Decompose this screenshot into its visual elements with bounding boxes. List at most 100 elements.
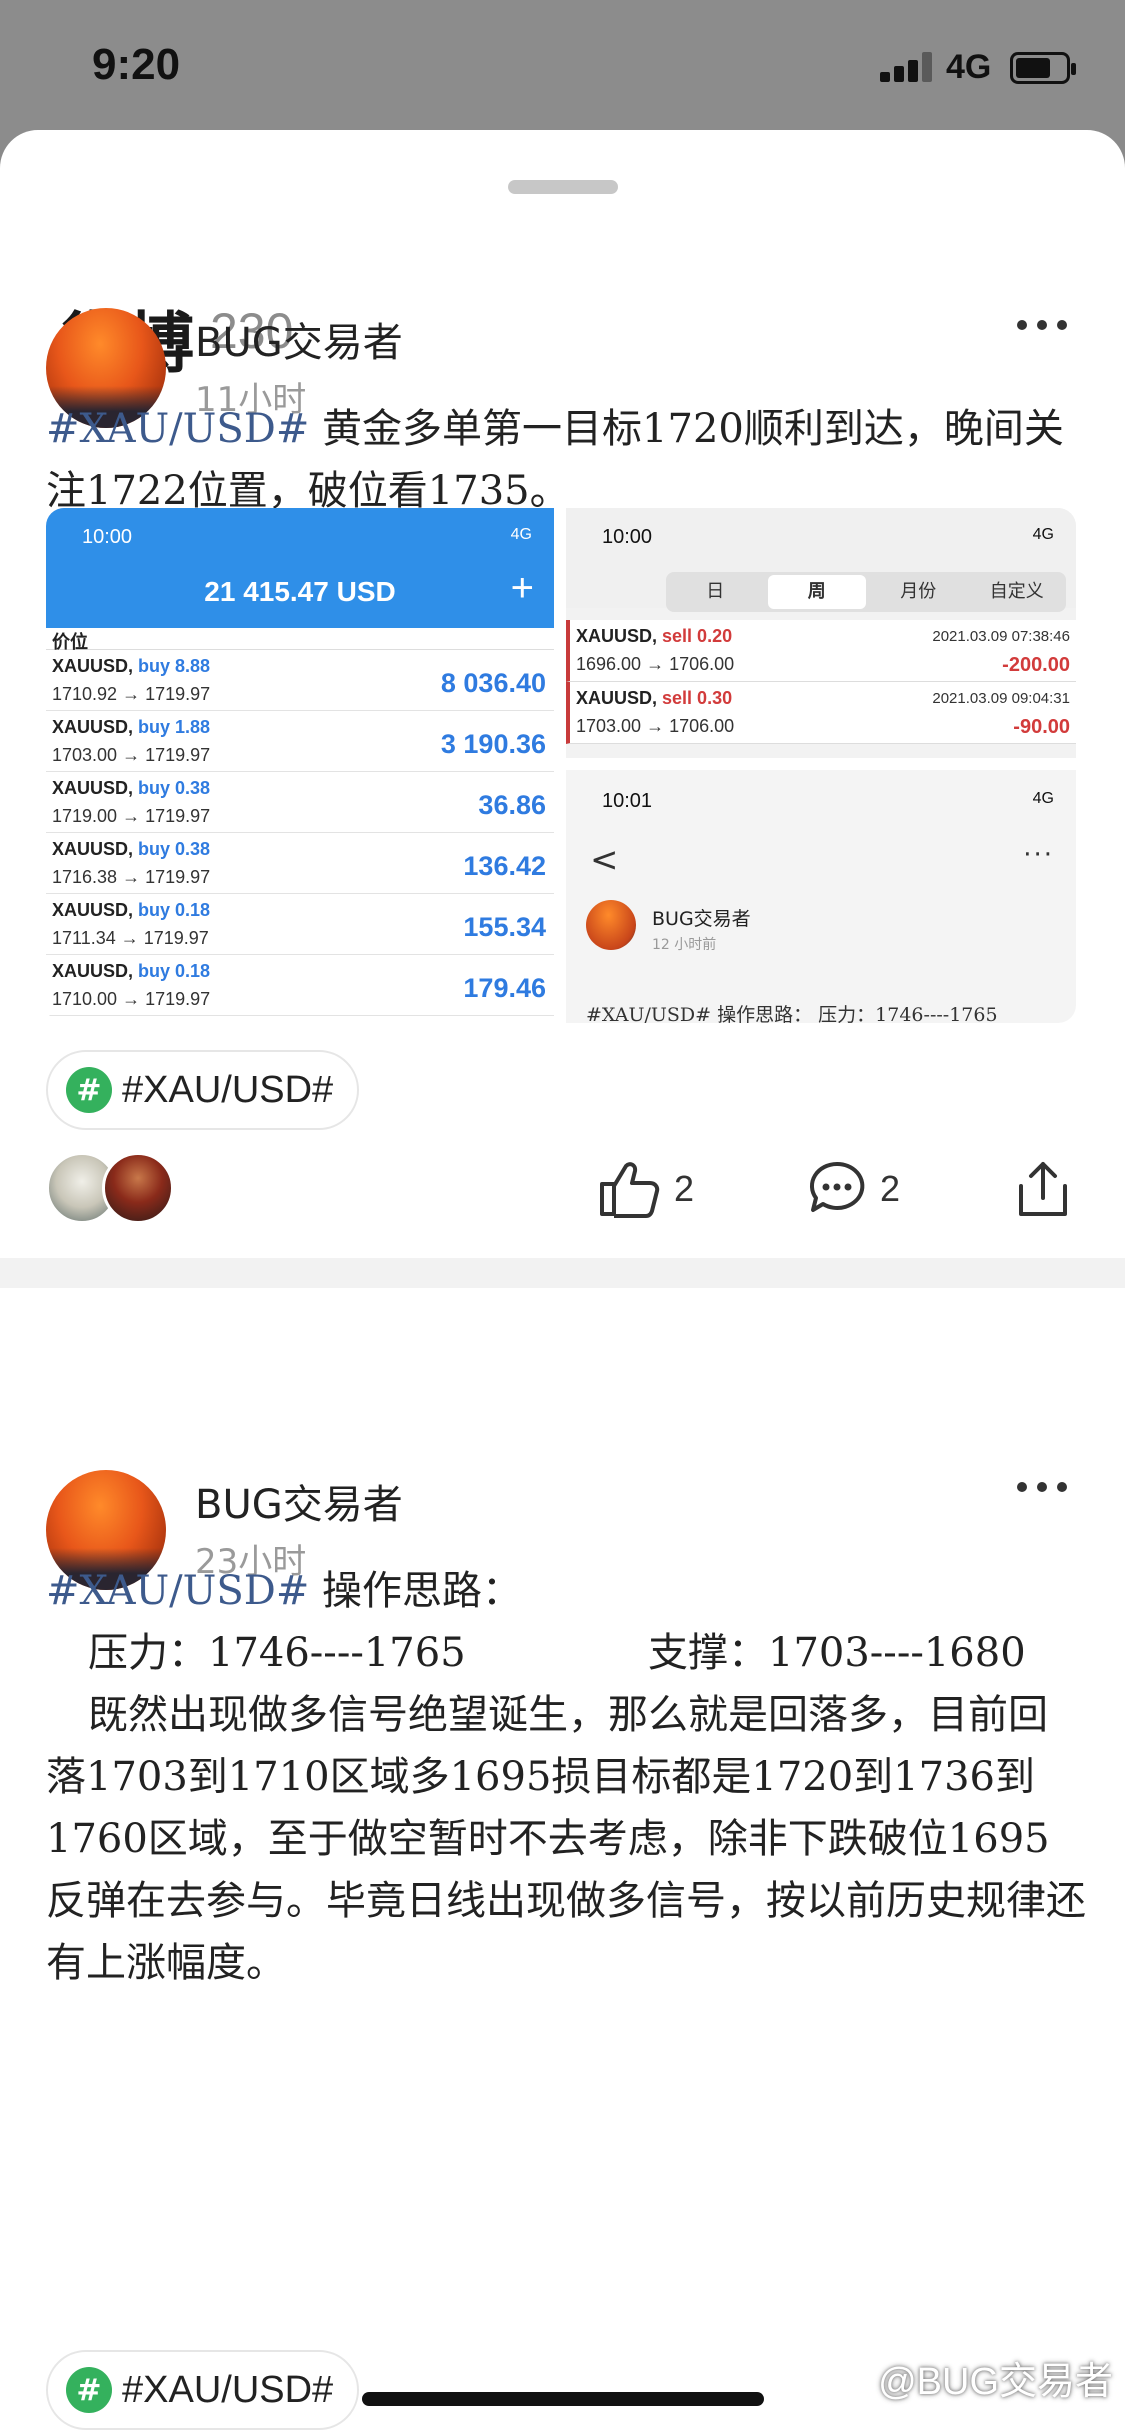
like-button[interactable]: 2 [598, 1160, 694, 1218]
mt-position-row: XAUUSD, buy 0.38 1716.38 → 1719.97 136.42 [46, 833, 554, 894]
weibo-shot-time-ago: 12 小时前 [652, 937, 717, 953]
post-image-positions[interactable]: 10:00 4G 21 415.47 USD + 价位 XAUUSD, buy … [46, 508, 554, 1023]
mt-profit: 36.86 [478, 790, 546, 820]
mt-position-row: XAUUSD, buy 0.38 1719.00 → 1719.97 36.86 [46, 772, 554, 833]
hashtag-icon: # [66, 2367, 112, 2413]
mt-symbol: XAUUSD, [52, 778, 134, 798]
post-text: #XAU/USD# 黄金多单第一目标1720顺利到达，晚间关注1722位置，破位… [46, 398, 1086, 522]
status-bar: 9:20 4G [0, 0, 1125, 140]
support-levels: 支撑：1703----1680 [648, 1630, 1026, 1676]
mt-prices: 1710.92 → 1719.97 [52, 684, 211, 704]
mt-symbol: XAUUSD, [52, 839, 134, 859]
post-text: #XAU/USD# 操作思路： 压力：1746----1765 支撑：1703--… [46, 1560, 1086, 1994]
mt-symbol: XAUUSD, [52, 717, 134, 737]
avatar [586, 900, 636, 950]
history-header: 10:00 4G 日 周 月份 自定义 [566, 508, 1076, 612]
hashtag-link[interactable]: #XAU/USD# [46, 406, 309, 452]
author-name[interactable]: BUG交易者 [195, 310, 403, 368]
history-date: 2021.03.09 07:38:46 [932, 628, 1070, 645]
mt-position-row: XAUUSD, buy 0.18 1710.00 → 1719.97 179.46 [46, 955, 554, 1016]
mt-side: buy 1.88 [138, 717, 211, 737]
comment-count: 2 [880, 1168, 901, 1209]
mt-time: 10:00 [82, 526, 133, 548]
liked-by-avatars[interactable] [46, 1152, 186, 1224]
post-image-weibo[interactable]: 10:01 4G < ··· BUG交易者 12 小时前 #XAU/USD# 操… [566, 770, 1076, 1023]
mt-position-row: XAUUSD, buy 1.88 1703.00 → 1719.97 3 190.3… [46, 711, 554, 772]
share-button[interactable] [1016, 1160, 1070, 1218]
history-profit: -200.00 [1002, 654, 1070, 676]
mt-prices: 1703.00 → 1719.97 [52, 745, 211, 765]
history-date: 2021.03.09 09:04:31 [932, 690, 1070, 707]
weibo-shot-time: 10:01 [602, 790, 653, 812]
mt-symbol: XAUUSD, [52, 656, 134, 676]
segment-day: 日 [706, 581, 725, 602]
hashtag-icon: # [66, 1067, 112, 1113]
mt-position-row: XAUUSD, buy 8.88 1710.92 → 1719.97 8 036.4… [46, 650, 554, 711]
hashtag-link[interactable]: #XAU/USD# [46, 1568, 309, 1614]
segment-custom: 自定义 [989, 581, 1044, 602]
history-symbol: XAUUSD, [576, 688, 658, 708]
segment-month: 月份 [900, 581, 937, 602]
watermark: @BUG交易者 [878, 2361, 1113, 2403]
topic-chip[interactable]: # #XAU/USD# [46, 2350, 360, 2430]
history-row: XAUUSD, sell 0.30 1703.00 → 1706.00 2021.0… [566, 682, 1076, 744]
mt-symbol: XAUUSD, [52, 900, 134, 920]
sheet-drag-handle[interactable] [508, 180, 618, 194]
mt-balance: 21 415.47 USD [204, 576, 396, 607]
mt-side: buy 0.18 [138, 900, 211, 920]
more-icon: ··· [1023, 840, 1054, 870]
battery-icon [1010, 52, 1076, 84]
topic-chip-label: #XAU/USD# [122, 2368, 334, 2411]
back-chevron-icon: < [590, 840, 619, 880]
mt-plus: + [510, 566, 534, 610]
home-indicator[interactable] [362, 2392, 764, 2406]
weibo-shot-author: BUG交易者 [652, 908, 751, 930]
mt-prices: 1711.34 → 1719.97 [52, 928, 209, 948]
pressure-levels: 压力：1746----1765 [88, 1630, 466, 1676]
mt-prices: 1719.00 → 1719.97 [52, 806, 211, 826]
post-image-history[interactable]: 10:00 4G 日 周 月份 自定义 XAUUSD, sell 0.20 169… [566, 508, 1076, 758]
mt-side: buy 8.88 [138, 656, 211, 676]
bottom-sheet: 微博 230 BUG交易者 11小时 #XAU/USD# 黄金多单第一目标172… [0, 130, 1125, 2436]
history-side: sell 0.30 [662, 688, 733, 708]
more-options-icon[interactable] [1017, 320, 1067, 332]
period-segmented-control: 日 周 月份 自定义 [666, 572, 1066, 612]
post-title-rest: 操作思路： [309, 1568, 523, 1614]
mt-prices: 1716.38 → 1719.97 [52, 867, 211, 887]
more-options-icon[interactable] [1017, 1482, 1067, 1494]
history-status: 4G [1032, 526, 1054, 543]
mt-prices: 1710.00 → 1719.97 [52, 989, 211, 1009]
mt-position-row: XAUUSD, buy 0.18 1711.34 → 1719.97 155.34 [46, 894, 554, 955]
history-prices: 1696.00 → 1706.00 [576, 654, 735, 674]
comment-button[interactable]: 2 [808, 1160, 900, 1218]
network-label: 4G [946, 48, 992, 86]
mt-side: buy 0.18 [138, 961, 211, 981]
author-name[interactable]: BUG交易者 [195, 1472, 403, 1530]
mt-profit: 179.46 [463, 973, 546, 1003]
status-time: 9:20 [92, 40, 181, 89]
post-paragraph: 既然出现做多信号绝望诞生，那么就是回落多，目前回落1703到1710区域多169… [46, 1692, 1086, 1986]
share-icon [1019, 1162, 1067, 1216]
topic-chip-label: #XAU/USD# [122, 1068, 334, 1111]
history-side: sell 0.20 [662, 626, 733, 646]
mt-symbol: XAUUSD, [52, 961, 134, 981]
history-row: XAUUSD, sell 0.20 1696.00 → 1706.00 2021.0… [566, 620, 1076, 682]
signal-icon [880, 52, 934, 82]
pressure-support-line: 压力：1746----1765 支撑：1703----1680 [46, 1622, 1086, 1684]
history-symbol: XAUUSD, [576, 626, 658, 646]
mt-side: buy 0.38 [138, 778, 211, 798]
topic-chip[interactable]: # #XAU/USD# [46, 1050, 360, 1130]
mt-profit: 136.42 [463, 851, 546, 881]
like-count: 2 [674, 1168, 695, 1209]
comment-icon [810, 1161, 865, 1212]
image-grid: 10:00 4G 21 415.47 USD + 价位 XAUUSD, buy … [46, 508, 1076, 1023]
segment-week: 周 [767, 575, 866, 609]
history-prices: 1703.00 → 1706.00 [576, 716, 735, 736]
mt-side: buy 0.38 [138, 839, 211, 859]
thumbs-up-icon [600, 1162, 660, 1218]
history-profit: -90.00 [1013, 716, 1070, 738]
post-divider [0, 1258, 1125, 1288]
mt-profit: 8 036.40 [440, 668, 546, 698]
history-time: 10:00 [602, 526, 653, 548]
weibo-shot-status: 4G [1032, 790, 1054, 807]
